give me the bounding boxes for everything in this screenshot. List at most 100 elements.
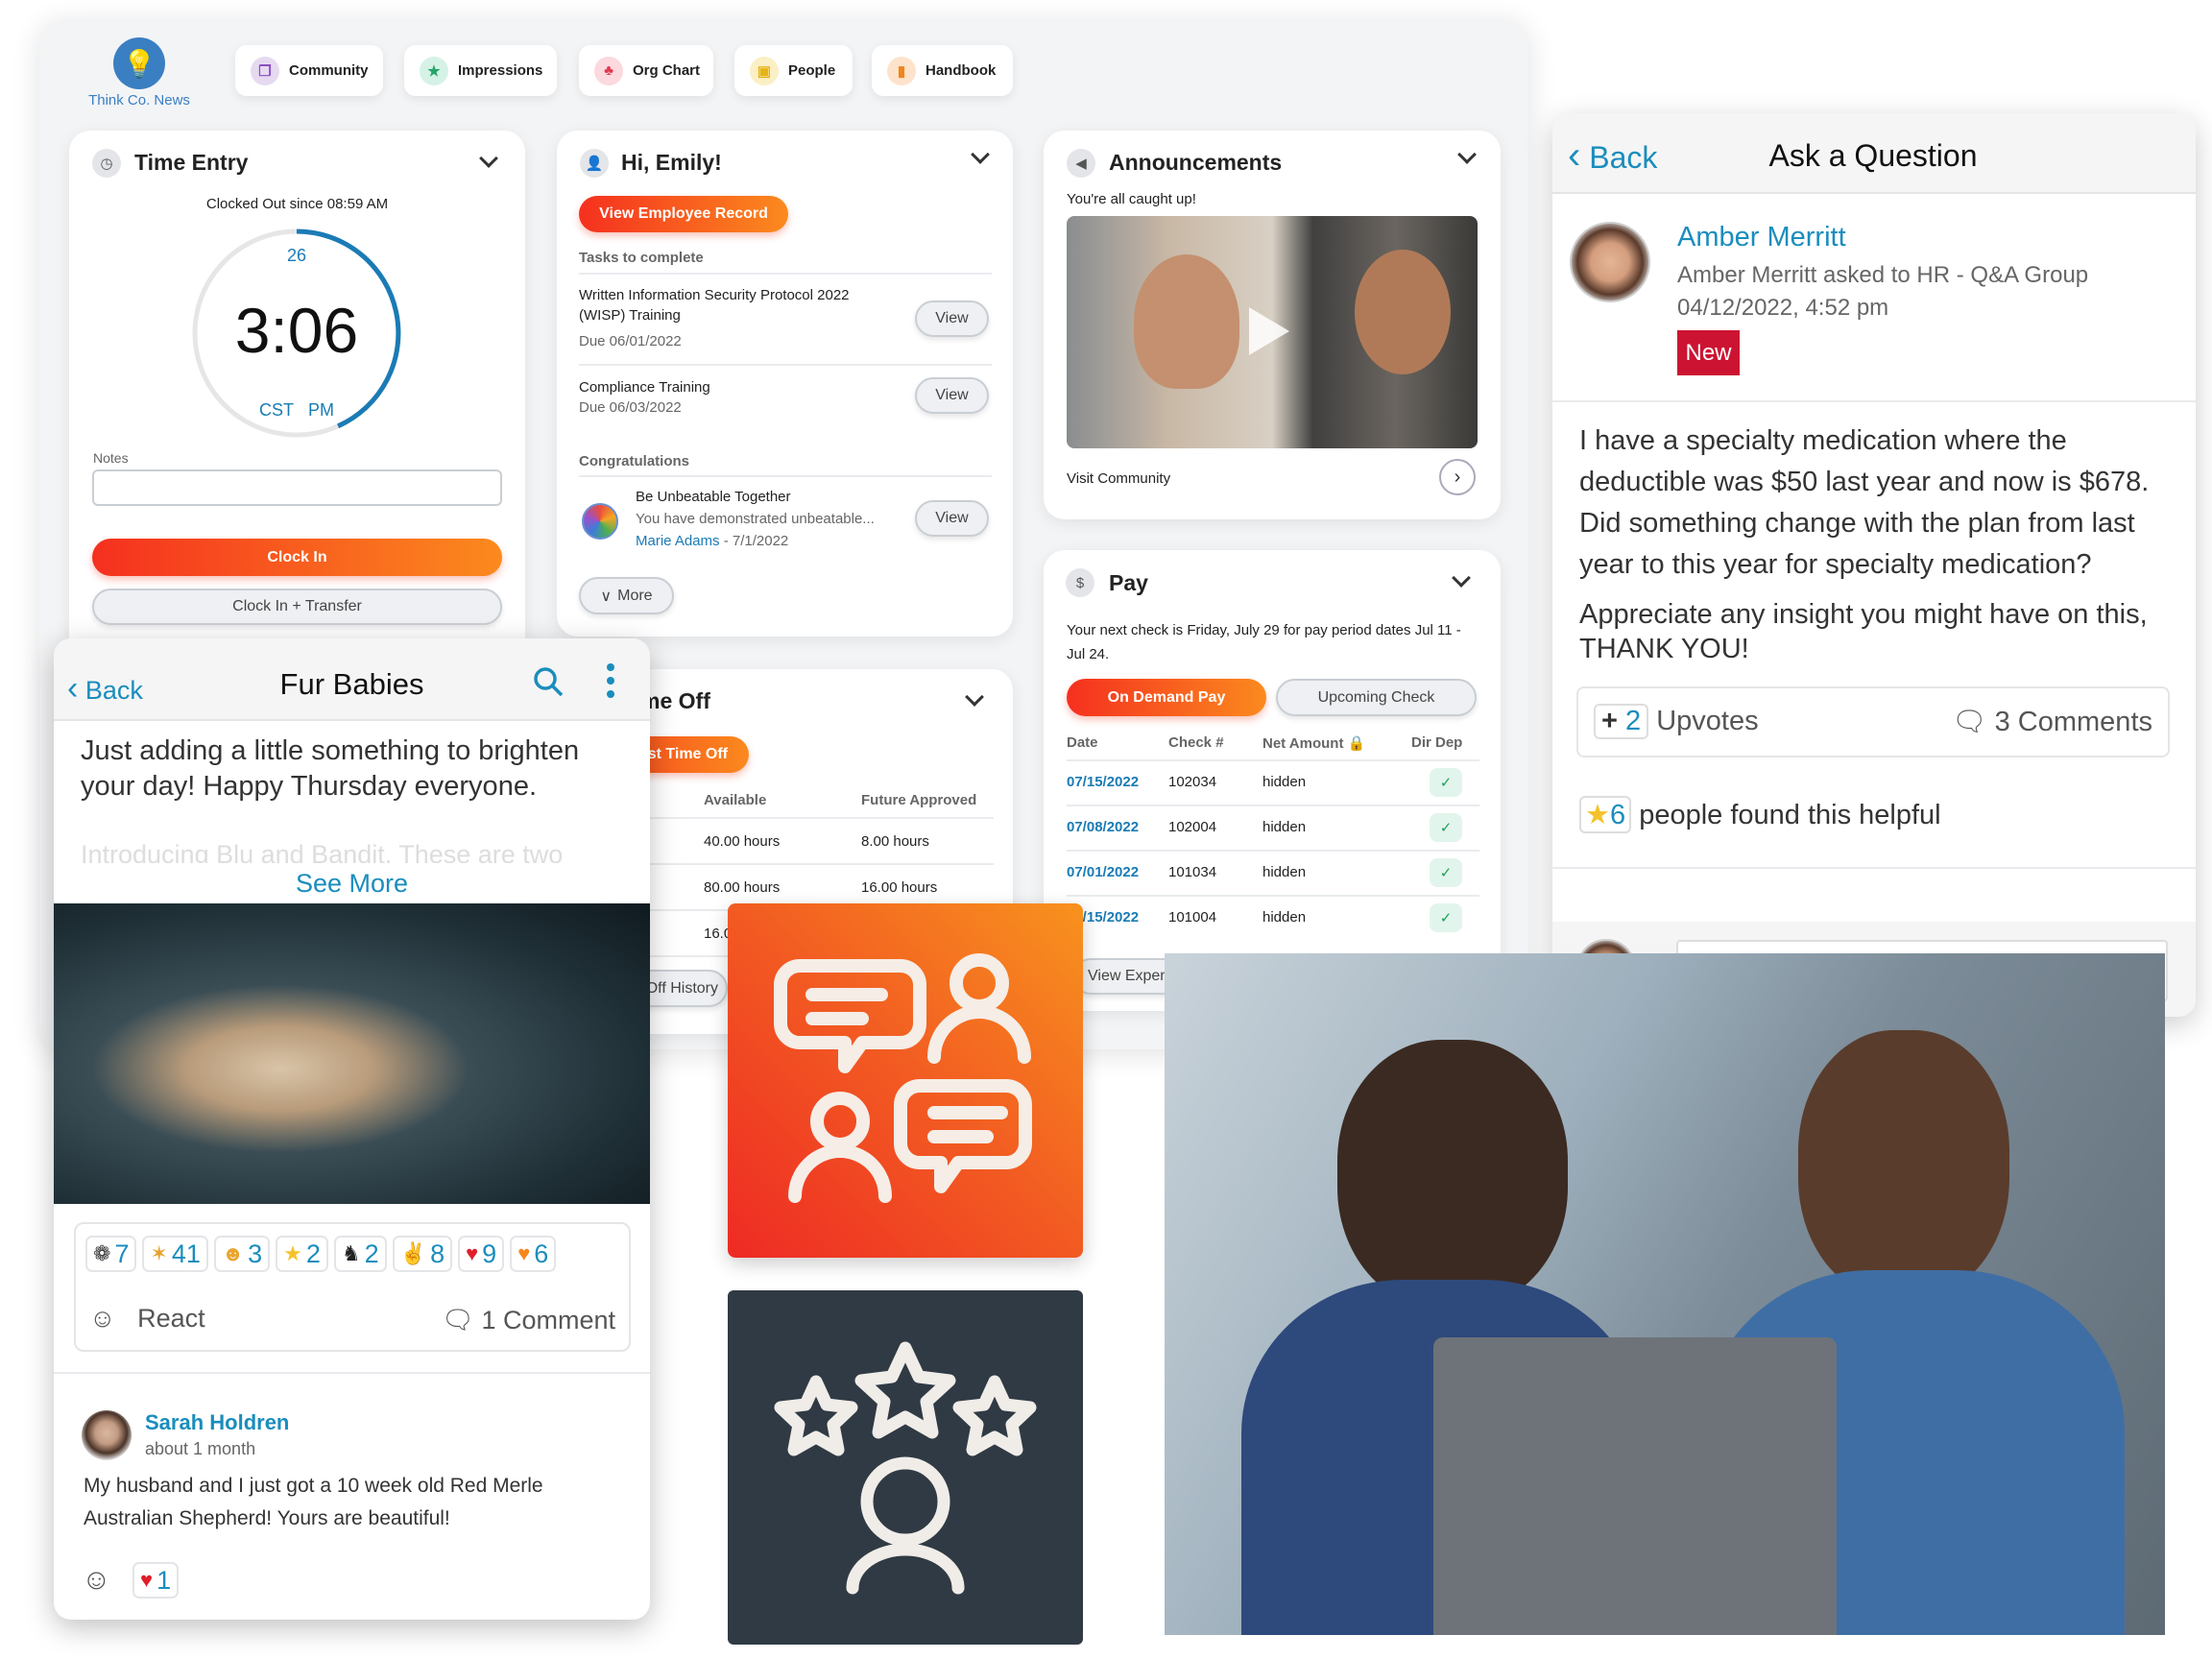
card-title: Time Entry [134, 150, 249, 175]
play-icon[interactable] [1249, 307, 1289, 355]
card-title: Announcements [1109, 150, 1283, 175]
pay-date-link[interactable]: 07/08/2022 [1067, 819, 1139, 835]
nav-people[interactable]: ▣ People [734, 45, 853, 96]
more-button[interactable]: ∨ More [579, 577, 674, 614]
upvotes-label: Upvotes [1656, 706, 1759, 736]
task-view-button[interactable]: View [915, 301, 989, 337]
brand-logo[interactable]: 💡 [113, 37, 165, 89]
laptop [1433, 1337, 1837, 1635]
nav-community[interactable]: ❐ Community [235, 45, 383, 96]
star-icon: ★ [1585, 800, 1610, 830]
reaction-chip[interactable]: ♞ 2 [333, 1236, 387, 1272]
pay-date-link[interactable]: 07/15/2022 [1067, 774, 1139, 790]
nav-label: People [788, 62, 836, 79]
reaction-chip[interactable]: ♥ 9 [458, 1236, 505, 1272]
clock-icon: ◷ [92, 149, 121, 178]
ask-question-panel: ‹ Back Ask a Question Amber Merritt Ambe… [1552, 113, 2196, 1017]
reaction-count: 41 [171, 1238, 201, 1268]
reaction-count: 9 [482, 1238, 497, 1268]
lock-icon: 🔒 [1347, 735, 1366, 752]
card-title: Hi, Emily! [621, 150, 722, 175]
divider [1552, 867, 2196, 869]
avatar[interactable] [1570, 222, 1650, 302]
col-available: Available [704, 792, 767, 808]
task-view-button[interactable]: View [915, 377, 989, 414]
pay-row: 06/15/2022 101004 hidden ✓ [1067, 897, 1479, 942]
net-amount: hidden [1262, 909, 1307, 926]
congrats-author[interactable]: Marie Adams [636, 533, 720, 549]
check-number: 101034 [1168, 864, 1217, 880]
chevron-down-icon[interactable] [479, 149, 498, 168]
congrats-title: Be Unbeatable Together [636, 489, 791, 505]
reaction-chip[interactable]: ★ 2 [276, 1236, 328, 1272]
red-heart-icon: ♥ [466, 1241, 479, 1265]
avatar[interactable] [82, 1410, 132, 1460]
nav-impressions[interactable]: ★ Impressions [404, 45, 557, 96]
congrats-heading: Congratulations [579, 453, 689, 469]
search-icon[interactable] [532, 665, 565, 698]
question-author[interactable]: Amber Merritt [1677, 222, 1846, 253]
thumbs-up-icon: ✌ [399, 1241, 427, 1265]
chevron-left-icon: ‹ [1568, 134, 1581, 177]
congrats-item: Be Unbeatable Together You have demonstr… [636, 486, 904, 552]
comment-author[interactable]: Sarah Holdren [145, 1410, 289, 1435]
net-amount: hidden [1262, 774, 1307, 790]
chevron-down-icon[interactable] [1452, 568, 1471, 588]
more-label: More [617, 587, 653, 604]
announcement-video[interactable] [1067, 216, 1478, 448]
clock-in-button[interactable]: Clock In [92, 539, 502, 576]
nav-org-chart[interactable]: ♣ Org Chart [579, 45, 713, 96]
clock-in-transfer-button[interactable]: Clock In + Transfer [92, 589, 502, 625]
nav-handbook[interactable]: ▮ Handbook [872, 45, 1013, 96]
back-button[interactable]: ‹ Back [1568, 134, 1657, 178]
upvote-count: 2 [1625, 706, 1642, 736]
react-button[interactable]: ☺ React [89, 1304, 205, 1334]
on-demand-pay-button[interactable]: On Demand Pay [1067, 679, 1266, 716]
task-title-2: (WISP) Training [579, 307, 681, 324]
comments-button[interactable]: 🗨 1 Comment [442, 1305, 615, 1335]
upcoming-check-button[interactable]: Upcoming Check [1276, 679, 1477, 716]
brand-name: Think Co. News [88, 92, 190, 108]
star-icon: ★ [420, 56, 448, 85]
ampm: PM [308, 400, 334, 420]
reaction-chip[interactable]: ❁ 7 [85, 1236, 137, 1272]
timezone: CST [258, 400, 294, 420]
comments-button[interactable]: 🗨 3 Comments [1952, 706, 2152, 738]
col-date: Date [1067, 734, 1098, 751]
reaction-chip[interactable]: ✌ 8 [392, 1236, 453, 1272]
smiley-icon[interactable]: ☺ [82, 1564, 111, 1597]
clock-time: 3:06 [234, 295, 359, 366]
helpful-label: people found this helpful [1639, 800, 1941, 830]
heart-reaction-chip[interactable]: ♥ 1 [132, 1562, 180, 1599]
pay-row: 07/08/2022 102004 hidden ✓ [1067, 806, 1479, 852]
see-more-link[interactable]: See More [54, 869, 650, 899]
chevron-down-icon[interactable] [965, 687, 984, 707]
stars-person-icon [774, 1341, 1037, 1595]
announcements-card: ◀ Announcements You're all caught up! Vi… [1044, 131, 1501, 519]
chevron-down-icon[interactable] [971, 145, 990, 164]
congrats-view-button[interactable]: View [915, 500, 989, 537]
divider [579, 475, 992, 477]
panel-title: Ask a Question [1768, 138, 1978, 173]
notes-input[interactable] [92, 469, 502, 506]
comments-label: 1 Comment [481, 1306, 615, 1334]
reaction-chip[interactable]: ♥ 6 [510, 1236, 557, 1272]
more-options-icon[interactable] [607, 663, 614, 698]
view-employee-record-button[interactable]: View Employee Record [579, 196, 788, 232]
upvote-button[interactable]: + 2 Upvotes [1594, 704, 1759, 739]
visit-community-link[interactable]: Visit Community [1067, 470, 1170, 487]
check-icon: ✓ [1430, 813, 1462, 842]
chevron-right-button[interactable]: › [1439, 459, 1476, 495]
question-date: 04/12/2022, 4:52 pm [1677, 295, 1889, 321]
tasks-heading: Tasks to complete [579, 250, 704, 266]
task-due: Due 06/03/2022 [579, 399, 682, 416]
reaction-chip[interactable]: ✶ 41 [142, 1236, 208, 1272]
col-future-approved: Future Approved [861, 792, 977, 808]
helpful-chip[interactable]: ★6 [1579, 796, 1632, 833]
pay-date-link[interactable]: 07/01/2022 [1067, 864, 1139, 880]
clock-status: Clocked Out since 08:59 AM [205, 196, 389, 212]
chevron-down-icon[interactable] [1457, 145, 1477, 164]
pay-card: $ Pay Your next check is Friday, July 29… [1044, 550, 1501, 1011]
divider [54, 1372, 650, 1374]
reaction-chip[interactable]: ☻ 3 [213, 1236, 271, 1272]
